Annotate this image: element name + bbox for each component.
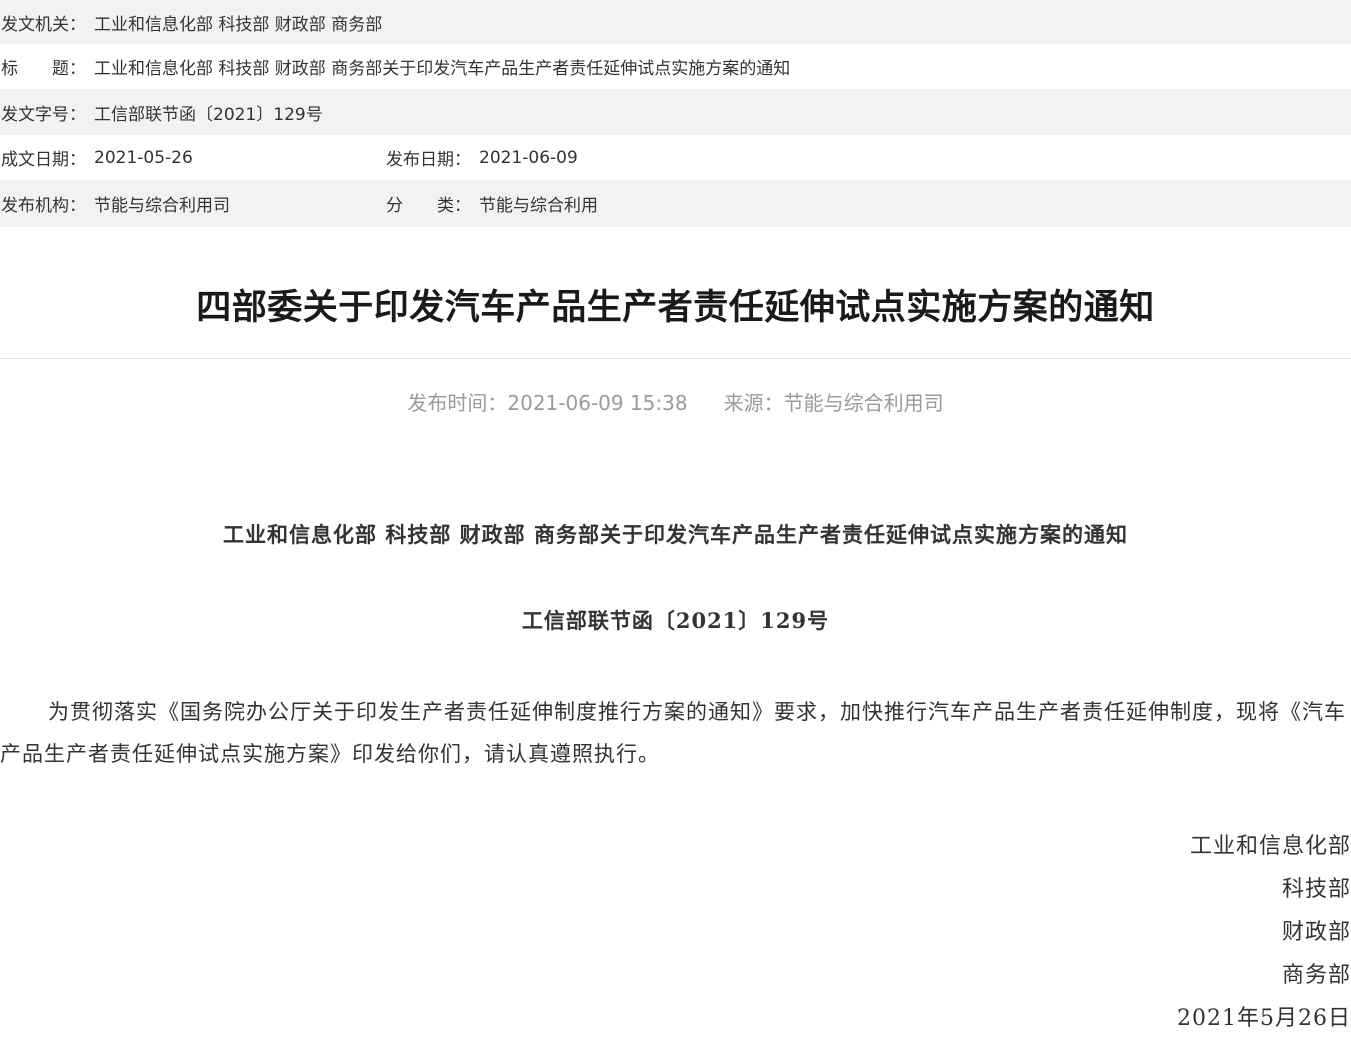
signature-line: 财政部: [1281, 920, 1351, 945]
signature-date: 2021年5月26日: [1177, 1006, 1351, 1031]
signature-block: 工业和信息化部 科技部 财政部 商务部 2021年5月26日: [0, 775, 1351, 1037]
publish-date-label: 发布日期：: [386, 150, 471, 170]
publisher-value: 节能与综合利用司: [94, 196, 230, 216]
meta-row-docno: 发文字号： 工信部联节函〔2021〕129号: [0, 89, 1351, 135]
issuer-value: 工业和信息化部 科技部 财政部 商务部: [94, 14, 383, 35]
meta-row-issuer: 发文机关： 工业和信息化部 科技部 财政部 商务部: [0, 0, 1351, 44]
category-value: 节能与综合利用: [479, 196, 598, 216]
article-title: 四部委关于印发汽车产品生产者责任延伸试点实施方案的通知: [196, 288, 1155, 328]
publisher-label: 发布机构：: [1, 196, 86, 216]
article-title-area: 四部委关于印发汽车产品生产者责任延伸试点实施方案的通知: [0, 227, 1351, 359]
body-paragraph: 为贯彻落实《国务院办公厅关于印发生产者责任延伸制度推行方案的通知》要求，加快推行…: [0, 700, 1346, 766]
article-body: 工业和信息化部 科技部 财政部 商务部关于印发汽车产品生产者责任延伸试点实施方案…: [0, 443, 1351, 1037]
publish-info: 发布时间：2021-06-09 15:38 来源：节能与综合利用司: [0, 359, 1351, 443]
written-date-value: 2021-05-26: [94, 147, 193, 168]
category-label: 分 类：: [386, 196, 471, 216]
signature-line: 商务部: [1281, 963, 1351, 988]
written-date-label: 成文日期：: [1, 150, 86, 170]
source: 来源：节能与综合利用司: [723, 391, 944, 415]
body-doc-number: 工信部联节函〔2021〕129号: [521, 608, 830, 633]
docno-label: 发文字号：: [1, 104, 86, 125]
meta-row-title: 标 题： 工业和信息化部 科技部 财政部 商务部关于印发汽车产品生产者责任延伸试…: [0, 44, 1351, 89]
publish-date-value: 2021-06-09: [479, 147, 578, 168]
meta-row-dates: 成文日期： 2021-05-26 发布日期： 2021-06-09: [0, 135, 1351, 180]
title-value: 工业和信息化部 科技部 财政部 商务部关于印发汽车产品生产者责任延伸试点实施方案…: [94, 59, 791, 79]
issuer-label: 发文机关：: [1, 14, 86, 35]
category-cell: 分 类： 节能与综合利用: [385, 191, 598, 216]
title-label: 标 题：: [1, 59, 86, 79]
notice-heading: 工业和信息化部 科技部 财政部 商务部关于印发汽车产品生产者责任延伸试点实施方案…: [223, 522, 1128, 547]
publish-time: 发布时间：2021-06-09 15:38: [407, 391, 688, 415]
written-date-cell: 成文日期： 2021-05-26: [0, 145, 385, 171]
signature-line: 工业和信息化部: [1189, 834, 1351, 859]
publish-date-cell: 发布日期： 2021-06-09: [385, 145, 578, 171]
meta-row-publisher: 发布机构： 节能与综合利用司 分 类： 节能与综合利用: [0, 180, 1351, 227]
signature-line: 科技部: [1281, 877, 1351, 902]
docno-value: 工信部联节函〔2021〕129号: [94, 104, 323, 125]
document-metadata-table: 发文机关： 工业和信息化部 科技部 财政部 商务部 标 题： 工业和信息化部 科…: [0, 0, 1351, 227]
publisher-cell: 发布机构： 节能与综合利用司: [0, 191, 385, 216]
